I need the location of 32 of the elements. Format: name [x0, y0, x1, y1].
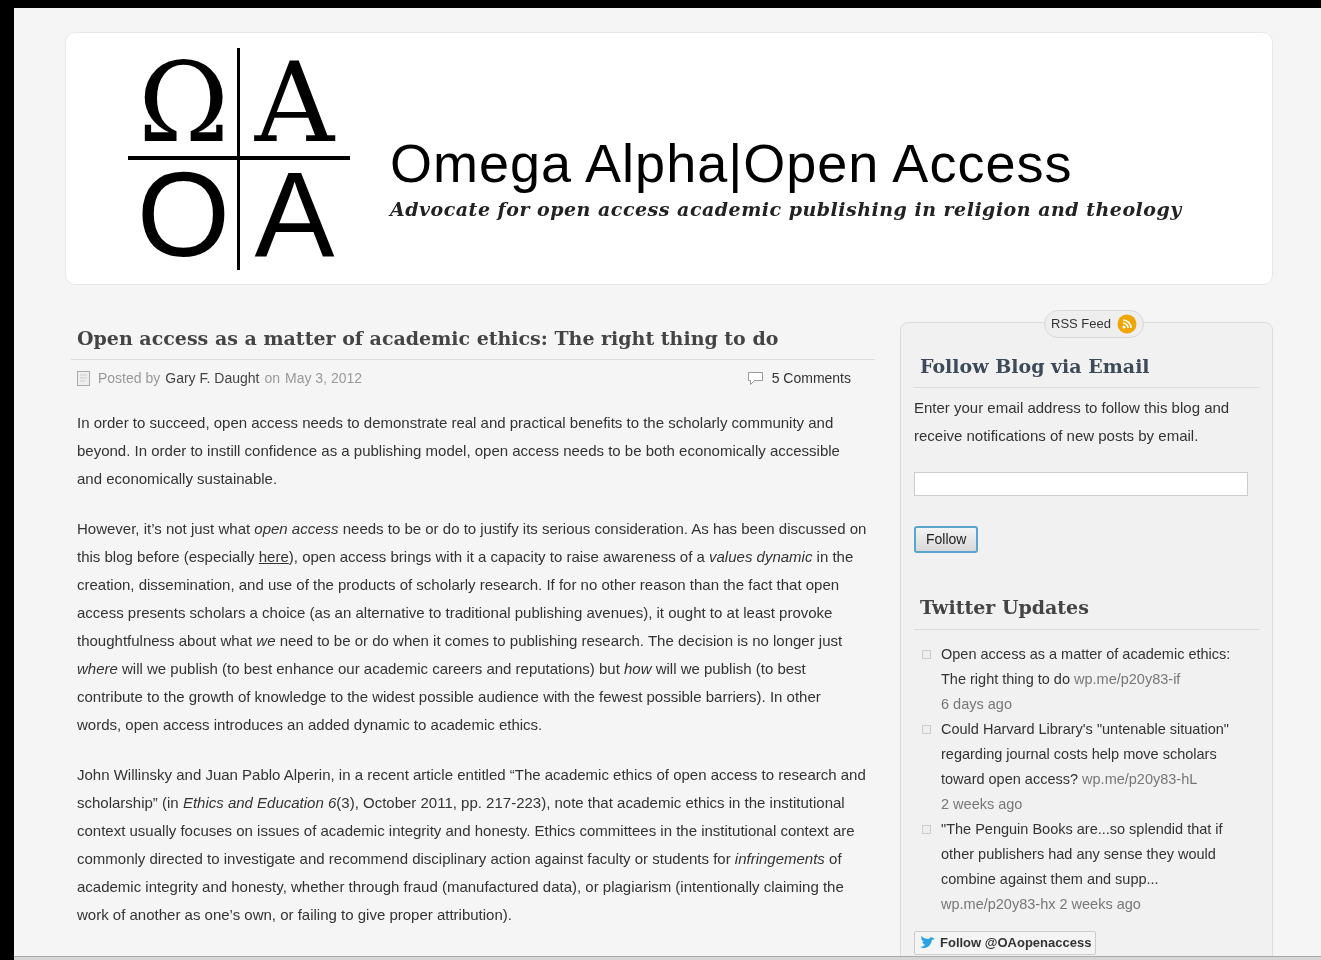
follow-button[interactable]: Follow: [914, 525, 979, 553]
paragraph: However, it’s not just what open access needs to be or do to justify its serious consideration. As has been discussed on this blog before (especially here), open access brings with it a capacity to raise awareness of a values dynamic in the creation, dissemination, and use of the products of scholarly research. If for no other reason than the fact that open access presents scholars a choice (as an alternative to traditional publishing avenues), it ought to at least provoke thoughtfulness about what we need to be or do when it comes to publishing research. The decision is no longer just where will we publish (to best enhance our academic careers and reputations) but how will we publish (to best contribute to the growth of knowledge to the widest possible audience with the fewest possible barriers). In other words, open access introduces an added dynamic to academic ethics.: [77, 518, 868, 735]
post-date: May 3, 2012: [285, 368, 363, 388]
speech-bubble-icon: [746, 370, 764, 386]
widget-description: Enter your email address to follow this blog and receive notifications of new posts by email.: [914, 397, 1231, 446]
tweet-text: Could Harvard Library's "untenable situation" regarding journal costs help move scholars toward open access? wp.me/p20y83-hL 2 weeks ago: [941, 720, 1230, 814]
tweet-link[interactable]: wp.me/p20y83-if: [1074, 671, 1181, 687]
tweet-link[interactable]: wp.me/p20y83-hL: [1082, 771, 1197, 787]
rss-icon: [1117, 314, 1137, 334]
site-title: Omega Alpha|Open Access: [390, 133, 1074, 194]
widget-title: Follow Blog via Email: [914, 352, 1260, 388]
widget-title: Twitter Updates: [914, 592, 1260, 630]
document-icon: [77, 370, 90, 386]
paragraph: In order to succeed, open access needs to demonstrate real and practical benefits to the scholarly community and beyond. In order to instill confidence as a publishing model, open access needs to be both economically accessible and economically sustainable.: [77, 412, 841, 489]
post-title[interactable]: Open access as a matter of academic ethics: The right thing to do: [71, 324, 875, 360]
twitter-follow-button[interactable]: Follow @OAopenaccess: [914, 931, 1097, 955]
bullet-icon: [922, 650, 931, 659]
email-field[interactable]: [914, 471, 1248, 496]
tweet-link[interactable]: wp.me/p20y83-hx: [941, 896, 1056, 912]
text-link[interactable]: here: [258, 547, 289, 565]
meta-text: on: [264, 368, 280, 388]
tweet-text: "The Penguin Books are...so splendid that if other publishers had any sense they would combine against them and supp... wp.me/p20y83-hx 2 weeks ago: [941, 820, 1224, 914]
author-link[interactable]: Gary F. Daught: [165, 367, 260, 389]
rss-feed-button[interactable]: RSS Feed: [1044, 310, 1144, 338]
bullet-icon: [922, 825, 931, 834]
meta-text: Posted by: [98, 368, 161, 388]
site-tagline: Advocate for open access academic publishing in religion and theology: [390, 197, 1182, 223]
tweet-text: Open access as a matter of academic ethics: The right thing to do wp.me/p20y83-if 6 days ago: [941, 645, 1232, 714]
bullet-icon: [922, 725, 931, 734]
bird-icon: [919, 936, 937, 950]
paragraph: John Willinsky and Juan Pablo Alperin, in a recent article entitled “The academic ethics of open access to research and scholarship” (in Ethics and Education 6(3), October 2011, pp. 217-223), note that academic ethics in the institutional context usually focuses on issues of academic integrity and honesty. Ethics committees in the institutional context are commonly directed to investigate and recommend disciplinary action against faculty or students for infringements of academic integrity and honesty, whether through fraud (manufactured data), or plagiarism (intentionally claiming the work of another as one’s own, or failing to give proper attribution).: [77, 764, 867, 925]
comments-link[interactable]: 5 Comments: [771, 367, 851, 389]
